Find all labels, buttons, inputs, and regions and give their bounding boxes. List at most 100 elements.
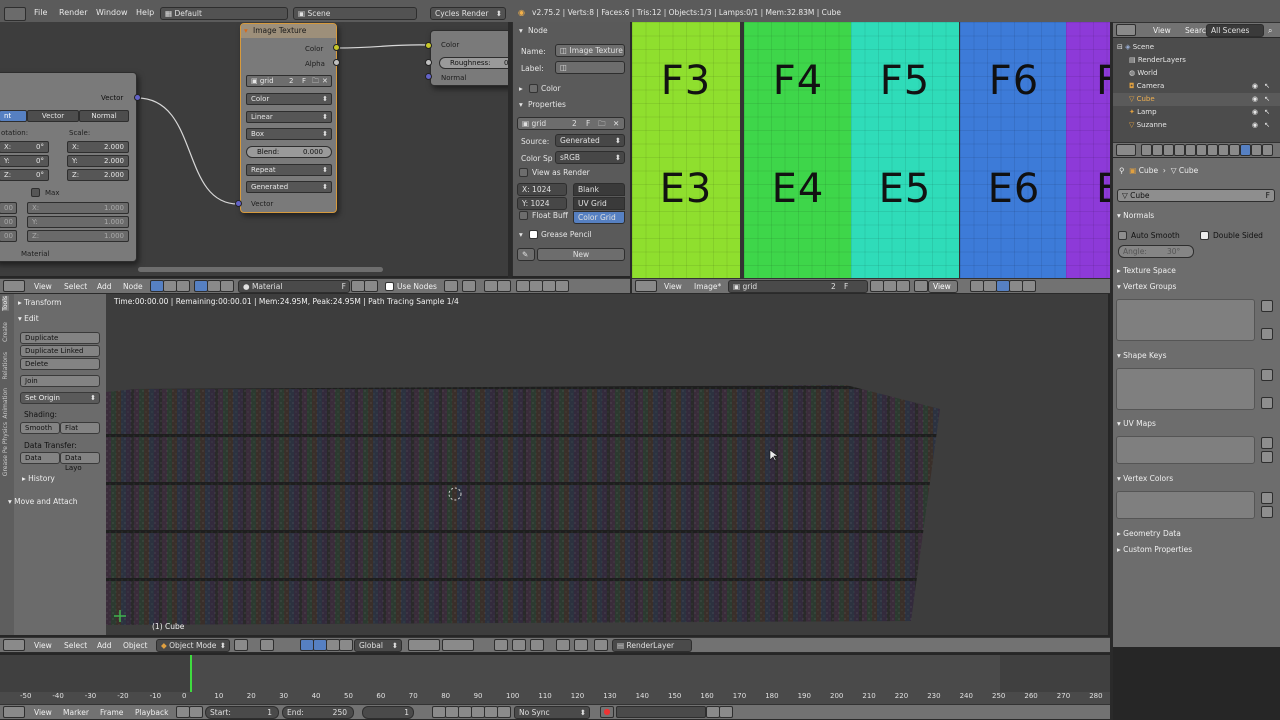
normal-socket[interactable] [425, 73, 432, 80]
angle-field[interactable]: Angle: 30° [1118, 245, 1194, 258]
properties-section-header[interactable]: Properties [528, 100, 566, 109]
node-editor-scrollbar[interactable] [138, 267, 383, 272]
snap-icon[interactable] [462, 280, 476, 292]
play-reverse-icon[interactable] [458, 706, 472, 718]
open-image-icon[interactable]: 🗀 [312, 76, 319, 86]
blend-field[interactable]: Blend: 0.000 [246, 146, 332, 158]
menu-view[interactable]: View [664, 282, 682, 291]
eye-icon[interactable]: ◉ [1252, 80, 1258, 93]
generated-type-color-grid[interactable]: Color Grid [573, 211, 625, 224]
node-name-input[interactable]: ◫ Image Texture [555, 44, 625, 57]
menu-playback[interactable]: Playback [135, 708, 168, 717]
context-tab-icon[interactable] [1262, 144, 1273, 156]
render-layer-icon[interactable] [594, 639, 608, 651]
prev-keyframe-icon[interactable] [445, 706, 459, 718]
tab-normal[interactable]: Normal [79, 110, 129, 122]
editor-type-button[interactable] [1116, 144, 1136, 156]
pin-icon[interactable] [529, 280, 543, 292]
menu-node[interactable]: Node [123, 282, 143, 291]
max-checkbox[interactable] [31, 188, 40, 197]
generated-type-uv-grid[interactable]: UV Grid [573, 197, 625, 210]
texture-space-section[interactable]: ▸ Texture Space [1117, 266, 1176, 275]
open-image-icon[interactable] [883, 280, 897, 292]
context-tab-icon[interactable] [1251, 144, 1262, 156]
opengl-render-icon[interactable] [556, 639, 570, 651]
min-y-field[interactable]: 00 [0, 216, 17, 228]
layout-selector[interactable]: ▦ Default [160, 7, 288, 20]
shape-keys-list[interactable] [1116, 368, 1255, 410]
jump-end-icon[interactable] [497, 706, 511, 718]
max-z-field[interactable]: Z: 1.000 [27, 230, 129, 242]
auto-smooth-checkbox[interactable] [1118, 231, 1127, 240]
tool-shelf-tab[interactable]: Animation [2, 388, 9, 419]
width-field[interactable]: X: 1024 [517, 183, 567, 196]
mode-select[interactable]: ◆ Object Mode ⬍ [156, 639, 230, 652]
paste-nodes-icon[interactable] [497, 280, 511, 292]
tab-point[interactable]: nt [0, 110, 27, 122]
color-space-select[interactable]: sRGB ⬍ [555, 151, 625, 164]
menu-frame[interactable]: Frame [100, 708, 123, 717]
pin-icon[interactable]: ⚲ [1119, 166, 1125, 175]
object-shader-icon[interactable] [194, 280, 208, 292]
world-shader-icon[interactable] [207, 280, 221, 292]
vertex-groups-list[interactable] [1116, 299, 1255, 341]
unlink-icon[interactable]: ✕ [613, 118, 619, 129]
context-tab-icon[interactable] [1207, 144, 1218, 156]
alpha-output-socket[interactable] [333, 59, 340, 66]
remove-icon[interactable] [1261, 506, 1273, 518]
max-y-field[interactable]: Y: 1.000 [27, 216, 129, 228]
operator-panel-header[interactable]: ▾ Move and Attach [8, 497, 78, 506]
mesh-datablock[interactable]: ▽ Cube F [1117, 189, 1275, 202]
history-panel-header[interactable]: ▸ History [22, 474, 55, 483]
set-origin-select[interactable]: Set Origin ⬍ [20, 392, 100, 404]
texture-nodes-icon[interactable] [163, 280, 177, 292]
shape-keys-section[interactable]: ▾ Shape Keys [1117, 351, 1167, 360]
roughness-field[interactable]: Roughness: 0 [439, 57, 508, 69]
tool-shelf-tab[interactable]: Create [2, 322, 9, 342]
custom-properties-section[interactable]: ▸ Custom Properties [1117, 545, 1192, 554]
roughness-socket[interactable] [425, 59, 432, 66]
context-tab-icon[interactable] [1229, 144, 1240, 156]
add-material-icon[interactable] [351, 280, 365, 292]
menu-icon[interactable] [1261, 328, 1273, 340]
transform-orientation-select[interactable]: Global ⬍ [354, 639, 402, 652]
menu-add[interactable]: Add [97, 282, 112, 291]
timeline[interactable]: -50 -40 -30 -20 -10 0 10 20 30 40 50 60 70 80 90 100 110… [0, 655, 1110, 704]
line-style-icon[interactable] [220, 280, 234, 292]
vertex-groups-section[interactable]: ▾ Vertex Groups [1117, 282, 1176, 291]
outliner-row-world[interactable]: ◍ World [1113, 67, 1280, 80]
context-tab-icon[interactable] [1152, 144, 1163, 156]
menu-view[interactable]: View [34, 641, 52, 650]
shader-nodes-icon[interactable] [150, 280, 164, 292]
image-datablock[interactable]: ▣ grid 2 F 🗀 ✕ [246, 75, 332, 87]
outliner-row-suzanne[interactable]: ▽ Suzanne ◉ ↖ [1113, 119, 1280, 132]
view-as-render-checkbox[interactable] [519, 168, 528, 177]
cursor-icon[interactable]: ↖ [1264, 93, 1270, 106]
display-alpha-icon[interactable] [1009, 280, 1023, 292]
snap-icon[interactable] [512, 639, 526, 651]
menu-icon[interactable] [1261, 397, 1273, 409]
current-frame-line[interactable] [190, 655, 192, 692]
fake-user-toggle[interactable]: F [342, 281, 346, 292]
current-frame-field[interactable]: 1 [362, 706, 414, 719]
outliner-row-renderlayers[interactable]: ▤ RenderLayers [1113, 54, 1280, 67]
proportional-edit-icon[interactable] [494, 639, 508, 651]
display-mode-select[interactable]: All Scenes [1206, 24, 1264, 37]
outliner-row-camera[interactable]: ◘ Camera ◉ ↖ [1113, 80, 1280, 93]
interpolation-select[interactable]: Linear ⬍ [246, 111, 332, 123]
duplicate-button[interactable]: Duplicate [20, 332, 100, 344]
record-icon[interactable]: ● [600, 706, 614, 718]
tool-shelf-tab[interactable]: Tools [2, 296, 9, 311]
rotation-x-field[interactable]: X: 0° [0, 141, 49, 153]
context-tab-icon[interactable] [1196, 144, 1207, 156]
menu-select[interactable]: Select [64, 282, 87, 291]
color-output-socket[interactable] [333, 44, 340, 51]
snap-icon[interactable] [983, 280, 997, 292]
node-tree-icon[interactable] [516, 280, 530, 292]
data-layout-button[interactable]: Data Layo [60, 452, 100, 472]
flat-button[interactable]: Flat [60, 422, 100, 434]
transform-panel-header[interactable]: ▸ Transform [18, 298, 61, 307]
new-image-icon[interactable] [870, 280, 884, 292]
min-z-field[interactable]: 00 [0, 230, 17, 242]
projection-select[interactable]: Box ⬍ [246, 128, 332, 140]
